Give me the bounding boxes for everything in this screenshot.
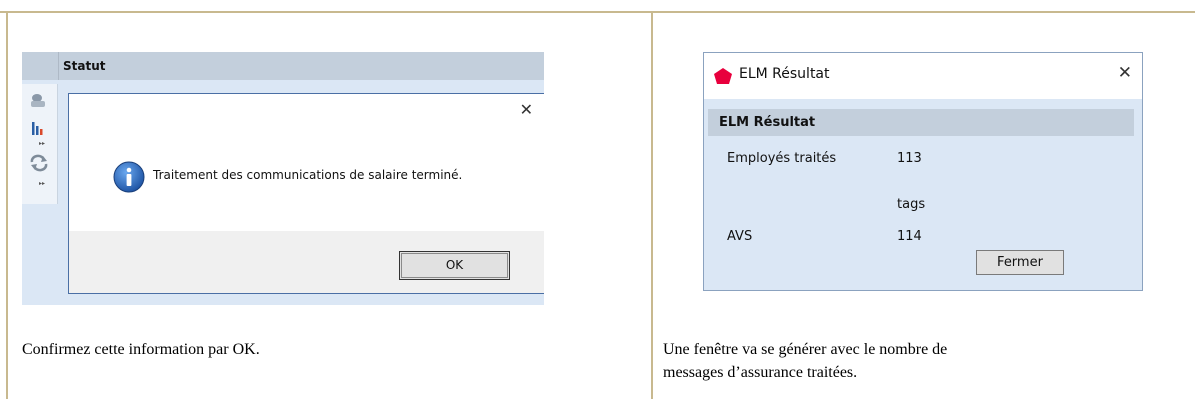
left-caption: Confirmez cette information par OK. [22, 341, 260, 358]
table-top-border [0, 11, 1195, 13]
info-icon [113, 161, 145, 193]
tags-label: tags [897, 197, 926, 212]
close-icon[interactable]: ✕ [1118, 63, 1132, 83]
ok-button[interactable]: OK [399, 251, 510, 280]
dialog-footer: OK [69, 231, 544, 293]
status-column-header[interactable]: Statut [58, 52, 544, 80]
completion-dialog: ✕ Traitement des communications de salai… [68, 93, 544, 294]
window-titlebar: ELM Résultat ✕ [704, 53, 1142, 99]
right-caption-line2: messages d’assurance traitées. [663, 364, 858, 381]
table-left-border [6, 11, 8, 399]
header-corner [22, 52, 58, 80]
bar-chart-icon[interactable] [28, 119, 50, 137]
people-icon[interactable] [28, 92, 50, 110]
avs-label: AVS [727, 229, 753, 244]
elm-logo-icon [714, 68, 732, 84]
side-toolbar: ▸▸ ▸▸ [22, 84, 58, 204]
section-header: ELM Résultat [708, 109, 1134, 136]
employees-label: Employés traités [727, 151, 837, 166]
avs-value: 114 [897, 229, 922, 244]
right-caption: Une fenêtre va se générer avec le nombre… [663, 338, 947, 384]
window-title: ELM Résultat [739, 66, 830, 82]
right-caption-line1: Une fenêtre va se générer avec le nombre… [663, 341, 948, 358]
expand-arrow-icon[interactable]: ▸▸ [39, 140, 45, 147]
elm-result-window: ELM Résultat ✕ ELM Résultat Employés tra… [703, 52, 1143, 291]
expand-arrow-icon[interactable]: ▸▸ [39, 180, 45, 187]
refresh-icon[interactable] [28, 154, 50, 172]
employees-value: 113 [897, 151, 922, 166]
dialog-message: Traitement des communications de salaire… [153, 168, 463, 182]
close-button[interactable]: Fermer [976, 250, 1064, 275]
close-icon[interactable]: ✕ [520, 100, 533, 119]
payroll-status-screenshot: Statut ▸▸ ▸▸ ✕ Traitement des communicat… [22, 52, 544, 305]
table-column-divider [651, 11, 653, 399]
